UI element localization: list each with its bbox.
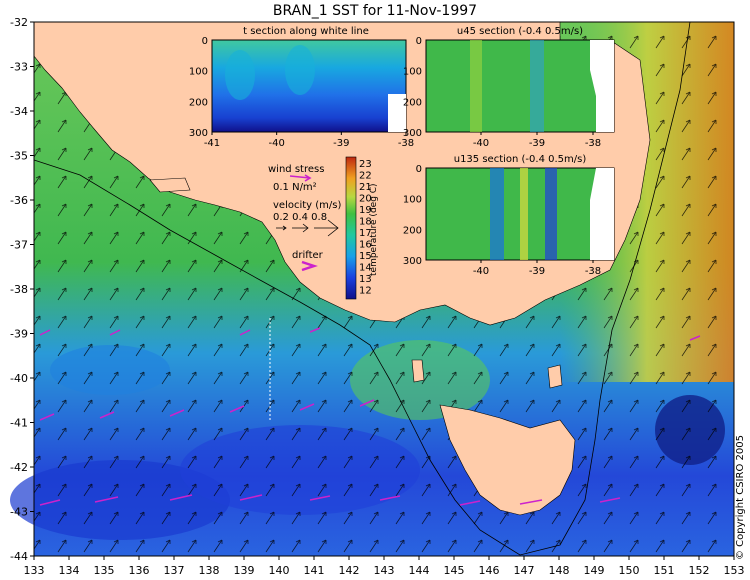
inset-x-tick: -38 [585,138,601,149]
inset-u135-section: u135 section (-0.4 0.5m/s) [425,154,615,261]
page-title: BRAN_1 SST for 11-Nov-1997 [272,3,478,19]
y-tick-label: -37 [10,239,28,252]
x-axis: 133 134 135 136 137 138 139 140 141 142 143 144 145 1… [24,556,745,577]
inset-t-title: t section along white line [243,26,369,37]
inset-y-tick: 100 [403,195,422,206]
colorbar-tick: 22 [359,171,372,182]
inset-x-tick: -38 [585,266,601,277]
colorbar-tick: 23 [359,159,372,170]
velocity-values: 0.2 0.4 0.8 [273,212,327,223]
x-tick-label: 138 [199,564,220,577]
inset-x-tick: -40 [473,138,489,149]
inset-y-tick: 0 [416,36,422,47]
y-tick-label: -39 [10,328,28,341]
y-tick-label: -33 [10,61,28,74]
x-tick-label: 136 [129,564,150,577]
wind-stress-value: 0.1 N/m² [273,182,317,193]
inset-u45-section: u45 section (-0.4 0.5m/s) [425,26,615,133]
inset-y-tick: 100 [403,67,422,78]
x-tick-label: 151 [654,564,675,577]
x-tick-label: 153 [724,564,745,577]
inset-y-tick: 0 [202,36,208,47]
y-tick-label: -41 [10,417,28,430]
inset-x-tick: -41 [204,138,220,149]
inset-t-section: t section along white line [211,26,407,133]
x-tick-label: 150 [619,564,640,577]
wind-stress-label: wind stress [268,164,324,175]
inset-x-tick: -39 [529,138,545,149]
x-tick-label: 148 [549,564,570,577]
y-tick-label: -34 [10,105,28,118]
colorbar-tick: 12 [359,286,372,297]
inset-u135-title: u135 section (-0.4 0.5m/s) [454,154,587,165]
inset-y-tick: 300 [403,128,422,139]
x-tick-label: 139 [234,564,255,577]
inset-y-tick: 0 [416,164,422,175]
inset-y-tick: 200 [403,225,422,236]
y-tick-label: -40 [10,372,28,385]
x-tick-label: 137 [164,564,185,577]
x-tick-label: 141 [304,564,325,577]
y-tick-label: -43 [10,506,28,519]
flinders-island [547,364,563,389]
y-tick-label: -42 [10,461,28,474]
inset-y-tick: 300 [403,256,422,267]
inset-y-tick: 200 [189,97,208,108]
x-tick-label: 149 [584,564,605,577]
x-tick-label: 145 [444,564,465,577]
drifter-label: drifter [292,250,324,261]
king-island [411,359,425,383]
velocity-label: velocity (m/s) [273,200,341,211]
inset-x-tick: -40 [473,266,489,277]
x-tick-label: 134 [59,564,80,577]
copyright: © Copyright CSIRO 2005 [735,435,746,560]
x-tick-label: 142 [339,564,360,577]
colorbar-label: temperature (deg C) [369,183,379,276]
y-tick-label: -44 [10,550,28,563]
sst-map: 133 134 135 136 137 138 139 140 141 142 143 144 145 1… [10,16,745,577]
x-tick-label: 135 [94,564,115,577]
inset-x-tick: -40 [268,138,284,149]
x-tick-label: 147 [514,564,535,577]
x-tick-label: 143 [374,564,395,577]
x-tick-label: 140 [269,564,290,577]
inset-x-tick: -39 [529,266,545,277]
x-tick-label: 144 [409,564,430,577]
x-tick-label: 152 [689,564,710,577]
x-tick-label: 146 [479,564,500,577]
y-tick-label: -35 [10,150,28,163]
y-tick-label: -36 [10,194,28,207]
inset-u45-title: u45 section (-0.4 0.5m/s) [457,26,583,37]
inset-x-tick: -38 [398,138,414,149]
inset-x-tick: -39 [333,138,349,149]
y-tick-label: -38 [10,283,28,296]
inset-y-tick: 100 [189,67,208,78]
inset-y-tick: 200 [403,97,422,108]
x-tick-label: 133 [24,564,45,577]
